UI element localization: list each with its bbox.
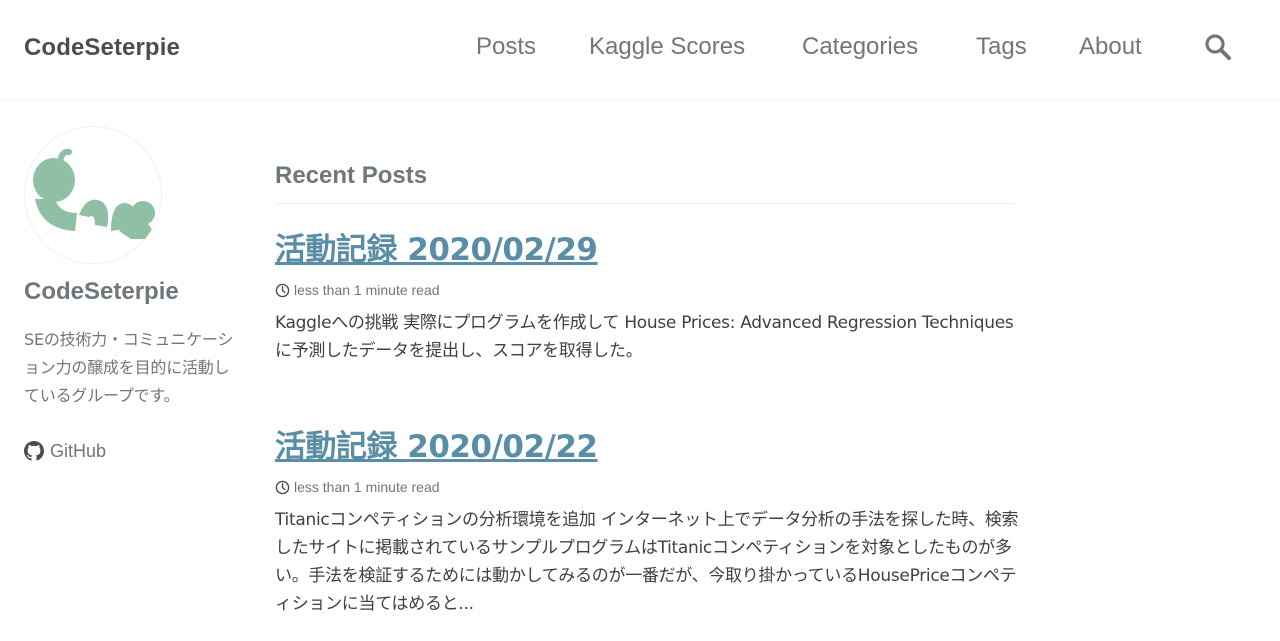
main-nav: Posts Kaggle Scores Categories Tags Abou… xyxy=(0,33,1280,67)
post-title-link[interactable]: 活動記録 2020/02/29 xyxy=(275,224,1020,269)
nav-item-kaggle-scores[interactable]: Kaggle Scores xyxy=(589,33,745,61)
section-divider xyxy=(275,203,1014,204)
post-excerpt: Kaggleへの挑戦 実際にプログラムを作成して House Prices: A… xyxy=(275,313,1014,361)
read-time: less than 1 minute read xyxy=(294,282,440,298)
post-item: 活動記録 2020/02/29 less than 1 minute read … xyxy=(275,224,1020,365)
nav-item-categories[interactable]: Categories xyxy=(802,33,918,61)
post-meta: less than 1 minute read xyxy=(275,478,1020,496)
author-name: CodeSeterpie xyxy=(24,278,179,305)
nav-item-tags[interactable]: Tags xyxy=(976,33,1027,61)
post-title-link[interactable]: 活動記録 2020/02/22 xyxy=(275,421,1020,466)
masthead: CodeSeterpie Posts Kaggle Scores Categor… xyxy=(0,0,1280,101)
post-meta: less than 1 minute read xyxy=(275,281,1020,299)
clock-icon xyxy=(275,480,290,494)
read-time: less than 1 minute read xyxy=(294,479,440,495)
github-label: GitHub xyxy=(50,440,107,461)
author-avatar xyxy=(24,126,162,264)
recent-posts-heading: Recent Posts xyxy=(275,162,428,189)
nav-item-posts[interactable]: Posts xyxy=(476,33,536,61)
github-link[interactable]: GitHub xyxy=(24,439,106,463)
search-icon xyxy=(1205,34,1231,60)
clock-icon xyxy=(275,283,290,297)
author-bio: SEの技術力・コミュニケーション力の醸成を目的に活動しているグループです。 xyxy=(24,330,234,405)
caterpillar-logo-icon xyxy=(33,148,155,239)
github-icon xyxy=(24,441,44,461)
nav-item-about[interactable]: About xyxy=(1079,33,1142,61)
post-excerpt: Titanicコンペティションの分析環境を追加 インターネット上でデータ分析の手… xyxy=(275,510,1019,614)
search-button[interactable] xyxy=(1204,33,1234,63)
post-item: 活動記録 2020/02/22 less than 1 minute read … xyxy=(275,421,1020,618)
